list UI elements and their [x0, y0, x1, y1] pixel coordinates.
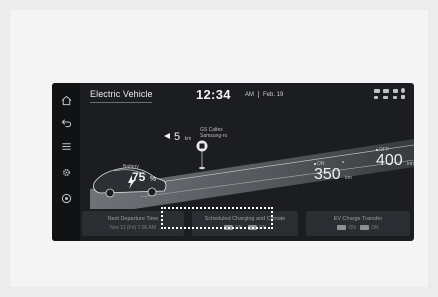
transfer-icon-1: [337, 225, 347, 231]
station-distance: 5: [174, 131, 181, 143]
battery-unit: %: [149, 176, 157, 183]
back-icon[interactable]: [59, 115, 73, 129]
next-departure-title: Next Departure Time: [107, 216, 159, 222]
range-off-value: 400: [376, 152, 403, 169]
volume-icon: [383, 96, 388, 99]
transfer-states: ON ON: [306, 225, 410, 231]
range-off-dot-icon: [376, 148, 378, 151]
top-bar: Electric Vehicle 12:34 AM Feb. 19: [80, 83, 414, 105]
scheduled-states: ON ON: [192, 225, 298, 231]
date-separator: [258, 91, 259, 98]
charging-state: ON: [234, 225, 243, 231]
range-scene: 5 km GS Caltex Samsung-ro Battery 75 % O…: [80, 105, 414, 209]
battery-percent: 75: [132, 170, 146, 184]
charging-station-pin-icon[interactable]: [196, 140, 208, 170]
transfer-state-1: ON: [348, 225, 356, 231]
settings-icon[interactable]: [59, 165, 73, 179]
next-departure-time: Nov 11 (Fri) 7:00 AM: [110, 225, 156, 231]
ev-charge-transfer-title: EV Charge Transfer: [333, 216, 383, 222]
scheduled-charging-title: Scheduled Charging and Climate: [204, 216, 286, 222]
mute-icon: [393, 96, 397, 99]
home-icon[interactable]: [59, 93, 73, 107]
next-departure-button[interactable]: Next Departure Time Nov 11 (Fri) 7:00 AM: [82, 211, 184, 236]
wifi-icon: [374, 96, 378, 99]
range-on-unit: km: [345, 175, 352, 181]
station-distance-unit: km: [184, 136, 192, 142]
infotainment-screen: Electric Vehicle 12:34 AM Feb. 19 5 km G…: [52, 83, 414, 241]
location-icon: [401, 88, 405, 93]
station-arrow-icon: [164, 133, 170, 139]
app-title: Electric Vehicle: [90, 89, 153, 99]
title-underline: [90, 102, 152, 103]
range-on: 350 km: [314, 166, 352, 184]
charging-icon: [223, 225, 233, 231]
station-name-line2: Samsung-ro: [200, 133, 228, 139]
range-on-dot-icon: [314, 162, 316, 165]
battery-level: 75 %: [132, 168, 156, 186]
on-marker-dot: [342, 161, 344, 163]
station-distance-group: 5 km: [174, 127, 191, 145]
range-on-value: 350: [314, 166, 341, 183]
transfer-icon-2: [360, 225, 370, 231]
bluetooth-icon: [393, 89, 398, 93]
user-icon: [401, 95, 405, 99]
clock: 12:34: [196, 87, 231, 102]
signal-icon: [374, 89, 380, 93]
sidebar: [52, 83, 80, 241]
range-off-unit: km: [407, 161, 414, 167]
station-name: GS Caltex Samsung-ro: [200, 127, 227, 139]
clock-ampm: AM: [245, 92, 254, 98]
transfer-state-2: ON: [371, 225, 379, 231]
network-icon: [383, 89, 389, 93]
menu-icon[interactable]: [59, 139, 73, 153]
vehicle-settings-icon[interactable]: [59, 191, 73, 205]
bottom-panels: Next Departure Time Nov 11 (Fri) 7:00 AM…: [80, 209, 414, 241]
climate-state: ON: [258, 225, 267, 231]
ev-charge-transfer-button[interactable]: EV Charge Transfer ON ON: [306, 211, 410, 236]
date: Feb. 19: [263, 92, 284, 98]
climate-icon: [247, 225, 257, 231]
range-off: 400 km: [376, 152, 414, 170]
scheduled-charging-button[interactable]: Scheduled Charging and Climate ON ON: [192, 211, 298, 236]
status-icons: [372, 88, 408, 102]
